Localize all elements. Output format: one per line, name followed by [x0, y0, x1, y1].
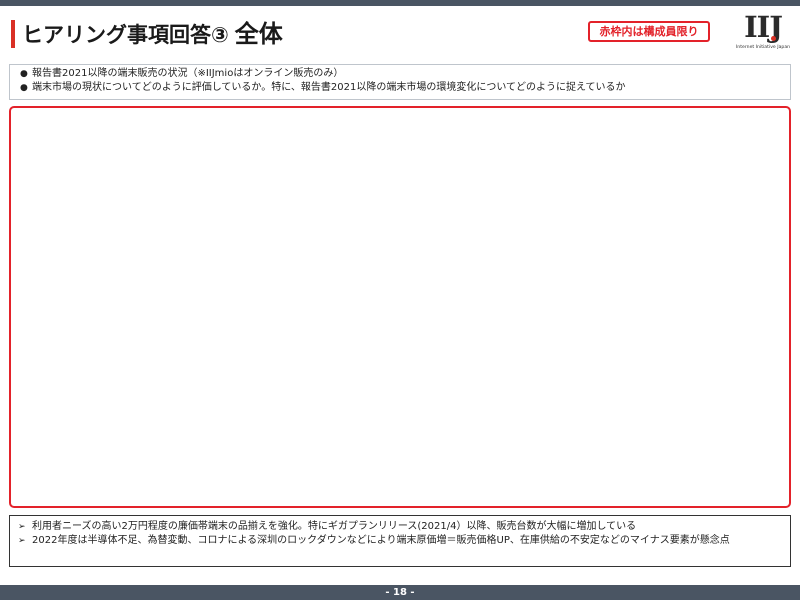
page-title-main: ヒアリング事項回答③ — [22, 23, 229, 47]
logo-subtitle: Internet Initiative Japan — [735, 44, 791, 50]
confidential-answer-box — [9, 106, 791, 508]
page-title-strong: 全体 — [234, 20, 283, 48]
confidential-badge: 赤枠内は構成員限り — [588, 21, 710, 42]
footer-bar: - 18 - — [0, 585, 800, 600]
summary-item: 利用者ニーズの高い2万円程度の廉価帯端末の品揃えを強化。特にギガプランリリース(… — [18, 520, 782, 534]
question-item: 端末市場の現状についてどのように評価しているか。特に、報告書2021以降の端末市… — [20, 81, 790, 95]
top-strip — [0, 0, 800, 6]
summary-list: 利用者ニーズの高い2万円程度の廉価帯端末の品揃えを強化。特にギガプランリリース(… — [10, 516, 790, 548]
question-list: 報告書2021以降の端末販売の状況（※IIJmioはオンライン販売のみ） 端末市… — [10, 65, 790, 95]
page-title: ヒアリング事項回答③ 全体 — [22, 18, 283, 50]
title-accent-bar — [11, 20, 15, 48]
summary-item: 2022年度は半導体不足、為替変動、コロナによる深圳のロックダウンなどにより端末… — [18, 534, 782, 548]
page-number: - 18 - — [385, 587, 415, 598]
logo-dot — [771, 36, 776, 41]
question-item: 報告書2021以降の端末販売の状況（※IIJmioはオンライン販売のみ） — [20, 67, 790, 81]
iij-logo: IIJ Internet Initiative Japan — [733, 12, 793, 54]
question-box: 報告書2021以降の端末販売の状況（※IIJmioはオンライン販売のみ） 端末市… — [9, 64, 791, 100]
summary-box: 利用者ニーズの高い2万円程度の廉価帯端末の品揃えを強化。特にギガプランリリース(… — [9, 515, 791, 567]
logo-mark: IIJ — [744, 10, 783, 44]
